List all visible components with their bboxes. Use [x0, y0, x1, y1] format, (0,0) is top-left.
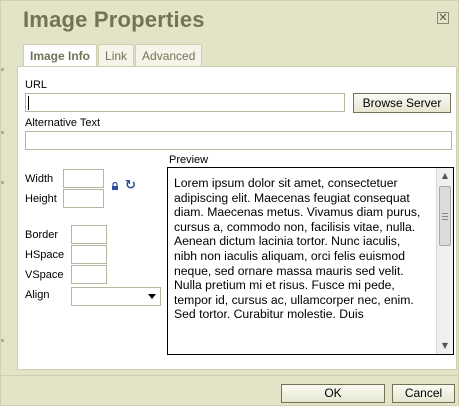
width-label: Width — [25, 173, 54, 185]
height-input[interactable] — [63, 189, 104, 208]
edge-mark — [1, 131, 4, 134]
edge-mark — [1, 181, 4, 184]
ok-button[interactable]: OK — [281, 384, 385, 403]
tab-advanced[interactable]: Advanced — [135, 44, 203, 66]
browse-server-button[interactable]: Browse Server — [353, 93, 451, 113]
preview-text: Lorem ipsum dolor sit amet, consectetuer… — [174, 176, 421, 322]
preview-scrollbar[interactable]: ▲ ▼ — [436, 168, 453, 354]
scroll-up-icon[interactable]: ▲ — [437, 168, 453, 184]
border-label: Border — [25, 229, 59, 241]
border-input[interactable] — [71, 225, 107, 244]
tab-link[interactable]: Link — [98, 44, 135, 66]
close-icon[interactable]: ✕ — [437, 12, 449, 24]
url-input[interactable] — [25, 93, 345, 112]
hspace-input[interactable] — [71, 245, 107, 264]
edge-mark — [1, 339, 4, 342]
preview-box[interactable]: Lorem ipsum dolor sit amet, consectetuer… — [167, 167, 454, 355]
width-input[interactable] — [63, 169, 104, 188]
vspace-label: VSpace — [25, 269, 64, 281]
url-label: URL — [25, 79, 48, 91]
tab-bar: Image Info Link Advanced — [23, 44, 203, 67]
chevron-down-icon — [148, 294, 156, 299]
alt-text-label: Alternative Text — [25, 117, 101, 129]
cancel-button[interactable]: Cancel — [392, 384, 455, 403]
footer-divider — [1, 375, 459, 376]
text-caret — [28, 96, 29, 110]
edge-mark — [1, 68, 4, 71]
lock-icon[interactable] — [111, 182, 119, 190]
preview-label: Preview — [169, 154, 209, 166]
hspace-label: HSpace — [25, 249, 65, 261]
align-select[interactable] — [71, 287, 161, 306]
scroll-down-icon[interactable]: ▼ — [437, 338, 453, 354]
tab-image-info[interactable]: Image Info — [23, 44, 98, 67]
align-label: Align — [25, 289, 50, 301]
image-properties-dialog: Image Properties ✕ Image Info Link Advan… — [0, 0, 459, 406]
height-label: Height — [25, 193, 57, 205]
dialog-title: Image Properties — [23, 7, 205, 32]
reset-size-icon[interactable]: ↻ — [125, 179, 136, 193]
scrollbar-thumb[interactable] — [439, 186, 451, 246]
alt-text-input[interactable] — [25, 131, 452, 150]
grip-icon — [442, 213, 448, 214]
vspace-input[interactable] — [71, 265, 107, 284]
